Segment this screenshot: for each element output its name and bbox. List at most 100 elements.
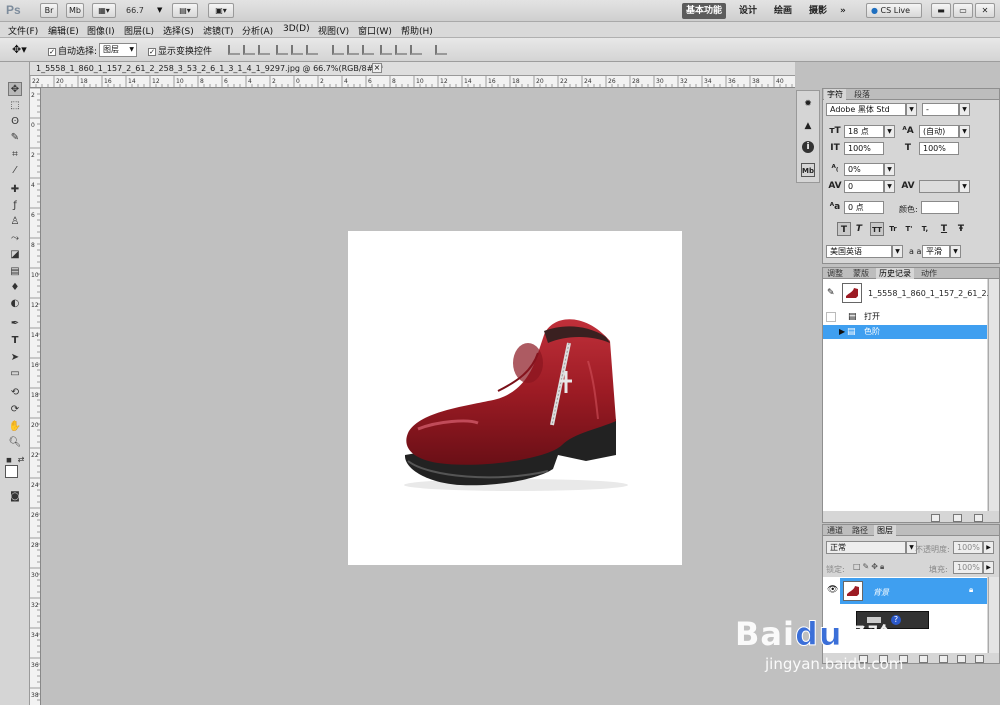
- font-family-select[interactable]: Adobe 黑体 Std: [826, 103, 906, 116]
- pen-tool-icon[interactable]: ✒: [8, 317, 22, 331]
- faux-bold-button[interactable]: T: [837, 222, 851, 236]
- dodge-tool-icon[interactable]: ◐: [8, 297, 22, 311]
- visibility-eye-icon[interactable]: 👁︎: [827, 585, 838, 595]
- new-group-icon[interactable]: [939, 655, 948, 663]
- document-image[interactable]: [348, 231, 682, 565]
- distribute-hcenter-icon[interactable]: [395, 45, 407, 55]
- new-document-from-state-icon[interactable]: [931, 514, 940, 522]
- new-snapshot-icon[interactable]: [953, 514, 962, 522]
- history-scrollbar[interactable]: [988, 279, 999, 511]
- hand-tool-icon[interactable]: ✋: [8, 420, 22, 434]
- distribute-left-icon[interactable]: [380, 45, 392, 55]
- font-size-field[interactable]: 18 点: [844, 125, 884, 138]
- history-source-checkbox[interactable]: [826, 312, 836, 322]
- strikethrough-button[interactable]: Ŧ: [954, 222, 968, 236]
- text-color-swatch[interactable]: [921, 201, 959, 214]
- align-left-icon[interactable]: [276, 45, 288, 55]
- history-brush-source-icon[interactable]: ✎: [827, 288, 835, 298]
- lasso-tool-icon[interactable]: ʘ: [8, 115, 22, 129]
- auto-select-checkbox[interactable]: ✓ 自动选择:: [48, 44, 97, 57]
- language-select[interactable]: 美国英语: [826, 245, 892, 258]
- 3d-orbit-tool-icon[interactable]: ⟳: [8, 403, 22, 417]
- baseline-percent-dropdown-icon[interactable]: ▼: [884, 163, 895, 176]
- align-bottom-icon[interactable]: [258, 45, 270, 55]
- delete-state-icon[interactable]: [974, 514, 983, 522]
- faux-italic-button[interactable]: T: [852, 222, 866, 236]
- history-item[interactable]: ▤ 打开: [824, 310, 989, 324]
- antialias-dropdown-icon[interactable]: ▼: [950, 245, 961, 258]
- align-vcenter-icon[interactable]: [243, 45, 255, 55]
- quick-mask-icon[interactable]: ◙: [8, 490, 22, 504]
- workspace-essentials[interactable]: 基本功能: [682, 3, 727, 19]
- marquee-tool-icon[interactable]: ⬚: [8, 99, 22, 113]
- tracking-field[interactable]: [919, 180, 959, 193]
- tab-paths[interactable]: 路径: [849, 525, 871, 536]
- workspace-painting[interactable]: 绘画: [770, 3, 796, 19]
- align-top-icon[interactable]: [228, 45, 240, 55]
- restore-button[interactable]: ▭: [953, 3, 973, 18]
- move-tool-preset-icon[interactable]: ✥▾: [12, 43, 27, 56]
- zoom-dropdown-icon[interactable]: ▼: [157, 6, 162, 14]
- antialias-select[interactable]: 平滑: [922, 245, 950, 258]
- navigator-icon[interactable]: ✹: [801, 97, 815, 111]
- tab-channels[interactable]: 通道: [824, 525, 846, 536]
- snapshot-thumbnail[interactable]: [842, 283, 862, 303]
- histogram-icon[interactable]: ▲: [801, 119, 815, 133]
- distribute-vcenter-icon[interactable]: [347, 45, 359, 55]
- horizontal-scale-field[interactable]: 100%: [919, 142, 959, 155]
- auto-align-icon[interactable]: [435, 45, 447, 55]
- menu-window[interactable]: 窗口(W): [358, 24, 392, 37]
- zoom-level[interactable]: 66.7: [126, 6, 144, 15]
- menu-image[interactable]: 图像(I): [87, 24, 115, 37]
- font-size-dropdown-icon[interactable]: ▼: [884, 125, 895, 138]
- workspace-more-icon[interactable]: »: [836, 3, 850, 19]
- vertical-scale-field[interactable]: 100%: [844, 142, 884, 155]
- distribute-top-icon[interactable]: [332, 45, 344, 55]
- gradient-tool-icon[interactable]: ▤: [8, 265, 22, 279]
- view-extras-icon[interactable]: ▦▾: [92, 3, 116, 18]
- tab-layers[interactable]: 图层: [874, 525, 896, 536]
- subscript-button[interactable]: T,: [918, 222, 932, 236]
- mini-bridge-panel-icon[interactable]: Mb: [801, 163, 815, 177]
- workspace-design[interactable]: 设计: [735, 3, 761, 19]
- lock-icons[interactable]: □✎✥🔒︎: [853, 562, 886, 572]
- align-right-icon[interactable]: [306, 45, 318, 55]
- distribute-bottom-icon[interactable]: [362, 45, 374, 55]
- baseline-shift-field[interactable]: 0 点: [844, 201, 884, 214]
- underline-button[interactable]: T: [937, 222, 951, 236]
- menu-layer[interactable]: 图层(L): [124, 24, 154, 37]
- document-tab-title[interactable]: 1_5558_1_860_1_157_2_61_2_258_3_53_2_6_1…: [36, 64, 383, 73]
- kerning-field[interactable]: 0: [844, 180, 884, 193]
- healing-brush-tool-icon[interactable]: ✚: [8, 183, 22, 197]
- cs-live-button[interactable]: ● CS Live: [866, 3, 922, 18]
- adjustment-layer-icon[interactable]: [919, 655, 928, 663]
- blend-mode-select[interactable]: 正常: [826, 541, 906, 554]
- menu-filter[interactable]: 滤镜(T): [203, 24, 234, 37]
- tracking-dropdown-icon[interactable]: ▼: [959, 180, 970, 193]
- distribute-right-icon[interactable]: [410, 45, 422, 55]
- tab-paragraph[interactable]: 段落: [851, 89, 873, 100]
- opacity-dropdown-icon[interactable]: ▶: [983, 541, 994, 554]
- bridge-button[interactable]: Br: [40, 3, 58, 18]
- fill-dropdown-icon[interactable]: ▶: [983, 561, 994, 574]
- leading-dropdown-icon[interactable]: ▼: [959, 125, 970, 138]
- menu-edit[interactable]: 编辑(E): [48, 24, 79, 37]
- arrange-documents-icon[interactable]: ▤▾: [172, 3, 198, 18]
- layer-name[interactable]: 背景: [873, 587, 889, 598]
- font-style-dropdown-icon[interactable]: ▼: [959, 103, 970, 116]
- minimize-button[interactable]: ▬: [931, 3, 951, 18]
- tab-masks[interactable]: 蒙版: [850, 268, 872, 279]
- mini-bridge-button[interactable]: Mb: [66, 3, 84, 18]
- font-family-dropdown-icon[interactable]: ▼: [906, 103, 917, 116]
- menu-select[interactable]: 选择(S): [163, 24, 194, 37]
- menu-file[interactable]: 文件(F): [8, 24, 38, 37]
- tab-actions[interactable]: 动作: [918, 268, 940, 279]
- close-window-button[interactable]: ✕: [975, 3, 995, 18]
- history-brush-tool-icon[interactable]: ⤳: [8, 232, 22, 246]
- crop-tool-icon[interactable]: ⌗: [8, 148, 22, 162]
- kerning-dropdown-icon[interactable]: ▼: [884, 180, 895, 193]
- rectangle-tool-icon[interactable]: ▭: [8, 367, 22, 381]
- history-item-selected[interactable]: ▶ ▤ 色阶: [823, 325, 987, 339]
- path-selection-tool-icon[interactable]: ➤: [8, 351, 22, 365]
- move-tool-icon[interactable]: ✥: [8, 82, 22, 96]
